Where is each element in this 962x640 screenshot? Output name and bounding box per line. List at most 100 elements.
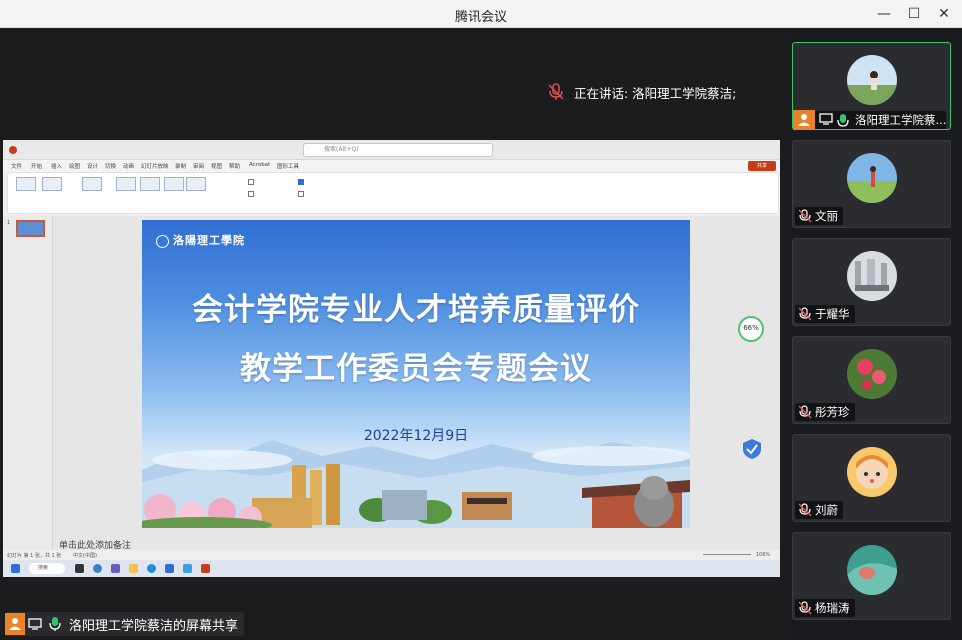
maximize-button[interactable]: ☐	[903, 4, 925, 24]
participant-tile[interactable]: 刘蔚	[792, 434, 951, 522]
participant-tile[interactable]: 文丽	[792, 140, 951, 228]
folder-icon[interactable]	[129, 564, 138, 573]
ribbon-tab[interactable]: 视图	[211, 162, 222, 170]
participant-tile[interactable]: 彤芳珍	[792, 336, 951, 424]
slide-date: 2022年12月9日	[363, 428, 469, 444]
mic-on-icon	[45, 613, 65, 635]
zoom-slider[interactable]	[703, 554, 751, 555]
edge-icon[interactable]	[147, 564, 156, 573]
ribbon-tab[interactable]: 审阅	[193, 162, 204, 170]
participant-avatar	[847, 545, 897, 595]
main-stage: 正在讲话: 洛阳理工学院蔡洁; 搜索(Alt+Q) 文件 开始 插入 绘图 设计…	[0, 28, 786, 640]
mic-muted-icon	[548, 83, 564, 101]
task-view-icon[interactable]	[75, 564, 84, 573]
slide-count-status: 幻灯片 第 1 张，共 1 张	[7, 553, 62, 559]
participant-avatar	[847, 251, 897, 301]
mic-muted-icon	[798, 601, 812, 615]
participant-tile[interactable]: 洛阳理工学院蔡...	[792, 42, 951, 130]
mic-muted-icon	[798, 503, 812, 517]
ribbon-tab[interactable]: 录制	[175, 162, 186, 170]
checkbox-icon[interactable]	[248, 191, 254, 197]
mic-muted-icon	[798, 307, 812, 321]
ribbon-tab[interactable]: 幻灯片放映	[141, 162, 169, 170]
windows-taskbar: 搜索	[3, 560, 780, 577]
powerpoint-icon[interactable]	[201, 564, 210, 573]
ribbon-command-icon[interactable]	[82, 177, 102, 191]
window-title-bar: 腾讯会议 — ☐ ✕	[0, 0, 962, 28]
meeting-icon[interactable]	[183, 564, 192, 573]
host-person-icon	[5, 613, 25, 635]
slide-canvas[interactable]: 洛陽理工學院 会计学院专业人才培养质量评价 教学工作委员会专题会议 2022年1…	[142, 220, 690, 528]
checkbox-icon[interactable]	[298, 179, 304, 185]
participant-avatar	[847, 349, 897, 399]
participant-name: 于耀华	[815, 307, 850, 321]
taskbar-search[interactable]: 搜索	[29, 563, 65, 574]
participant-name: 文丽	[815, 209, 838, 223]
checkbox-icon[interactable]	[248, 179, 254, 185]
chat-icon[interactable]	[111, 564, 120, 573]
network-speed-indicator: 66%	[738, 316, 764, 342]
windows-start-icon[interactable]	[11, 564, 20, 573]
ribbon-command-icon[interactable]	[164, 177, 184, 191]
participant-name-bar: 刘蔚	[795, 501, 843, 519]
ppt-share-button[interactable]: 共享	[748, 161, 776, 171]
ribbon-tab[interactable]: 文件	[11, 162, 22, 170]
ppt-status-bar: 幻灯片 第 1 张，共 1 张 中文(中国) 106%	[3, 550, 780, 560]
participant-name-bar: 彤芳珍	[795, 403, 855, 421]
ribbon-command-icon[interactable]	[140, 177, 160, 191]
ribbon-command-icon[interactable]	[42, 177, 62, 191]
shared-screen[interactable]: 搜索(Alt+Q) 文件 开始 插入 绘图 设计 切换 动画 幻灯片放映 录制 …	[3, 140, 780, 577]
screen-share-icon	[25, 613, 45, 635]
zoom-level[interactable]: 106%	[756, 552, 770, 558]
slide-title-line1: 会计学院专业人才培养质量评价	[192, 292, 640, 328]
screen-share-icon	[819, 113, 833, 127]
ribbon-tab[interactable]: 动画	[123, 162, 134, 170]
ppt-workspace: 1 洛陽理工學院 会计学院专业人才培养质量评价 教学工作委员会专题会议 2022…	[3, 216, 780, 550]
seal-icon	[156, 234, 169, 248]
speaking-label: 正在讲话: 洛阳理工学院蔡洁;	[574, 85, 737, 101]
participant-tile[interactable]: 于耀华	[792, 238, 951, 326]
slide-thumbnail-panel: 1	[3, 216, 53, 550]
screen-share-text: 洛阳理工学院蔡洁的屏幕共享	[69, 618, 239, 634]
participant-tile[interactable]: 杨瑞涛	[792, 532, 951, 620]
ppt-ribbon	[7, 172, 779, 214]
participant-name-bar: 于耀华	[795, 305, 855, 323]
speaking-indicator: 正在讲话: 洛阳理工学院蔡洁;	[548, 79, 736, 105]
participant-name: 杨瑞涛	[815, 601, 850, 615]
close-button[interactable]: ✕	[933, 4, 955, 24]
slide-thumbnail[interactable]	[16, 220, 45, 237]
ribbon-tab[interactable]: 开始	[31, 162, 42, 170]
participant-name: 彤芳珍	[815, 405, 850, 419]
checkbox-icon[interactable]	[298, 191, 304, 197]
participant-name: 洛阳理工学院蔡...	[855, 113, 947, 127]
minimize-button[interactable]: —	[873, 4, 895, 24]
participant-sidebar: 洛阳理工学院蔡... 文丽 于耀华 彤芳珍 刘蔚 杨瑞涛	[786, 28, 962, 640]
mic-on-icon	[837, 113, 851, 127]
browser-icon[interactable]	[93, 564, 102, 573]
ribbon-tab[interactable]: 绘图	[69, 162, 80, 170]
ribbon-tab[interactable]: 图形工具	[277, 162, 299, 170]
mic-muted-icon	[798, 209, 812, 223]
window-title: 腾讯会议	[454, 10, 507, 25]
ppt-search-box[interactable]: 搜索(Alt+Q)	[303, 143, 493, 157]
ribbon-command-icon[interactable]	[116, 177, 136, 191]
screen-share-label: 洛阳理工学院蔡洁的屏幕共享	[5, 612, 245, 636]
shield-icon[interactable]	[741, 438, 763, 460]
mic-muted-icon	[798, 405, 812, 419]
ribbon-tab[interactable]: 设计	[87, 162, 98, 170]
autosave-icon	[9, 146, 17, 154]
ribbon-tab[interactable]: 帮助	[229, 162, 240, 170]
participant-name-bar: 杨瑞涛	[795, 599, 855, 617]
ribbon-command-icon[interactable]	[186, 177, 206, 191]
ribbon-tab[interactable]: 切换	[105, 162, 116, 170]
ppt-ribbon-tabs: 文件 开始 插入 绘图 设计 切换 动画 幻灯片放映 录制 审阅 视图 帮助 A…	[3, 160, 780, 172]
participant-name-bar: 洛阳理工学院蔡...	[793, 110, 947, 130]
ribbon-tab[interactable]: Acrobat	[249, 162, 270, 168]
participant-avatar	[847, 153, 897, 203]
ppt-title-bar: 搜索(Alt+Q)	[3, 140, 780, 160]
ribbon-tab[interactable]: 插入	[51, 162, 62, 170]
participant-name: 刘蔚	[815, 503, 838, 517]
ribbon-command-icon[interactable]	[16, 177, 36, 191]
thumbnail-number: 1	[7, 220, 11, 226]
word-icon[interactable]	[165, 564, 174, 573]
